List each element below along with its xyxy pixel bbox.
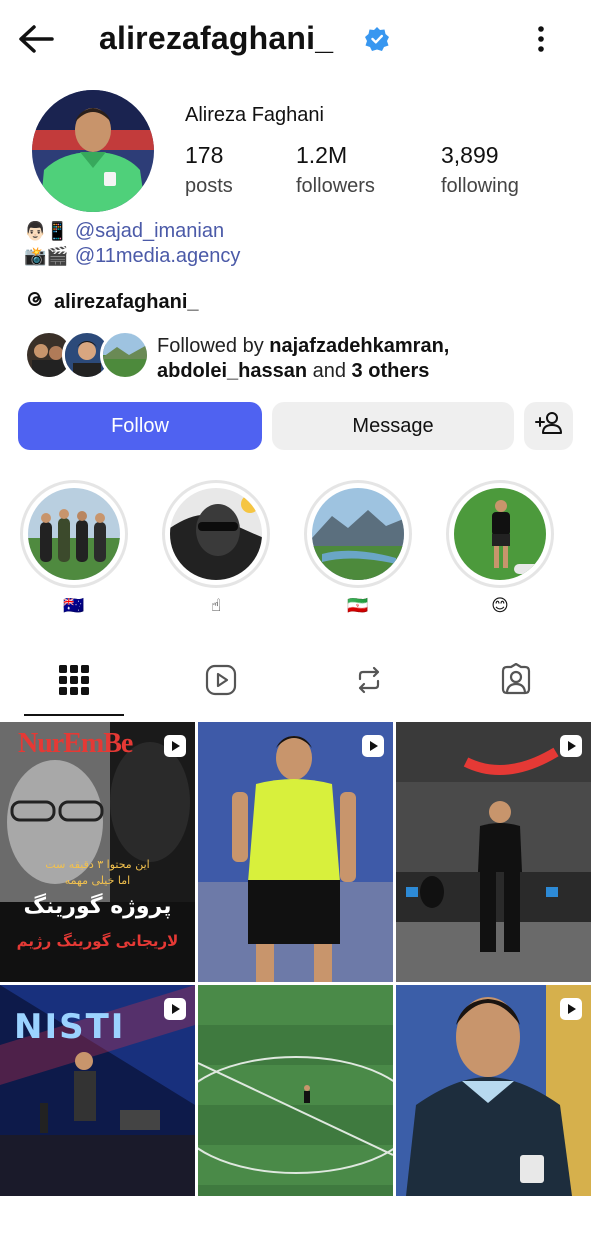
message-button[interactable]: Message xyxy=(272,402,514,450)
highlight-3-label: 🇮🇷 xyxy=(347,596,369,616)
threads-icon xyxy=(24,288,46,316)
suggest-accounts-button[interactable] xyxy=(524,402,573,450)
mutual-followers-avatars[interactable] xyxy=(24,330,154,382)
followed-by-user-1: najafzadehkamran, xyxy=(269,335,450,357)
highlight-4[interactable] xyxy=(446,480,554,588)
bio-line-2: 📸🎬 @11media.agency xyxy=(24,245,240,268)
post-tile-6[interactable] xyxy=(396,985,591,1245)
post-tile-1[interactable]: NurEmBe این محتوا ۳ دقیقه ست اما خیلی مه… xyxy=(0,722,195,982)
profile-avatar[interactable] xyxy=(32,90,154,212)
reel-badge-icon xyxy=(559,734,583,758)
bio-mention-2[interactable]: @11media.agency xyxy=(75,245,241,268)
bio-line-1: 👨🏻📱 @sajad_imanian xyxy=(24,220,224,243)
bio-mention-1[interactable]: @sajad_imanian xyxy=(75,220,224,243)
tab-grid[interactable] xyxy=(34,654,114,710)
post-tile-5[interactable] xyxy=(198,985,393,1245)
profile-header: alirezafaghani_ xyxy=(0,0,591,80)
followed-by-user-2: abdolei_hassan xyxy=(157,360,308,382)
followed-by-middle: and xyxy=(307,360,352,382)
back-arrow-icon[interactable] xyxy=(14,20,58,60)
post-1-title: NurEmBe xyxy=(18,728,133,759)
verified-badge-icon xyxy=(364,26,390,52)
tab-reels[interactable] xyxy=(181,654,261,710)
tab-tagged[interactable] xyxy=(476,654,556,710)
post-1-caption-4: لاریجانی گورینگ رژیم xyxy=(16,932,179,950)
reel-badge-icon xyxy=(163,997,187,1021)
grid-icon xyxy=(59,664,89,700)
post-4-title: NISTI xyxy=(14,1007,126,1047)
reel-badge-icon xyxy=(361,734,385,758)
post-1-caption-3: پروژه گورینگ xyxy=(23,894,172,919)
bio-emoji-2: 📸🎬 xyxy=(24,246,69,267)
more-options-icon[interactable] xyxy=(528,22,554,56)
post-tile-2[interactable] xyxy=(198,722,393,982)
follow-button[interactable]: Follow xyxy=(18,402,262,450)
highlight-3[interactable] xyxy=(304,480,412,588)
stat-followers-label: followers xyxy=(296,175,375,197)
highlight-1-label: 🇦🇺 xyxy=(63,596,85,616)
stat-following[interactable]: 3,899 following xyxy=(441,142,519,198)
highlight-2[interactable] xyxy=(162,480,270,588)
stat-followers[interactable]: 1.2M followers xyxy=(296,142,375,198)
header-username: alirezafaghani_ xyxy=(99,20,334,56)
bio-emoji-1: 👨🏻📱 xyxy=(24,221,69,242)
stat-posts-label: posts xyxy=(185,175,233,197)
post-1-caption-2: اما خیلی مهمه xyxy=(64,874,131,887)
stat-followers-value: 1.2M xyxy=(296,142,348,168)
profile-full-name: Alireza Faghani xyxy=(185,104,324,126)
active-tab-indicator xyxy=(24,714,124,716)
reels-icon xyxy=(205,664,237,701)
threads-handle: alirezafaghani_ xyxy=(54,290,199,313)
mutual-avatar-3 xyxy=(100,330,150,380)
stat-following-label: following xyxy=(441,175,519,197)
stat-posts-value: 178 xyxy=(185,142,224,168)
stat-following-value: 3,899 xyxy=(441,142,499,168)
post-1-caption-1: این محتوا ۳ دقیقه ست xyxy=(45,858,150,871)
highlight-2-label: ☝ xyxy=(210,596,222,616)
threads-link[interactable]: alirezafaghani_ xyxy=(24,288,199,316)
post-tile-4[interactable]: NISTI xyxy=(0,985,195,1245)
highlight-1[interactable] xyxy=(20,480,128,588)
post-tile-3[interactable] xyxy=(396,722,591,982)
reel-badge-icon xyxy=(163,734,187,758)
reposts-icon xyxy=(353,664,385,701)
add-person-icon xyxy=(534,410,563,442)
followed-by-text[interactable]: Followed by najafzadehkamran, abdolei_ha… xyxy=(157,334,577,384)
tagged-icon xyxy=(499,662,533,702)
stat-posts[interactable]: 178 posts xyxy=(185,142,233,198)
followed-by-others: 3 others xyxy=(351,360,430,382)
tab-reposts[interactable] xyxy=(329,654,409,710)
highlight-4-label: 😊 xyxy=(491,596,509,616)
reel-badge-icon xyxy=(559,997,583,1021)
followed-by-prefix: Followed by xyxy=(157,335,270,357)
